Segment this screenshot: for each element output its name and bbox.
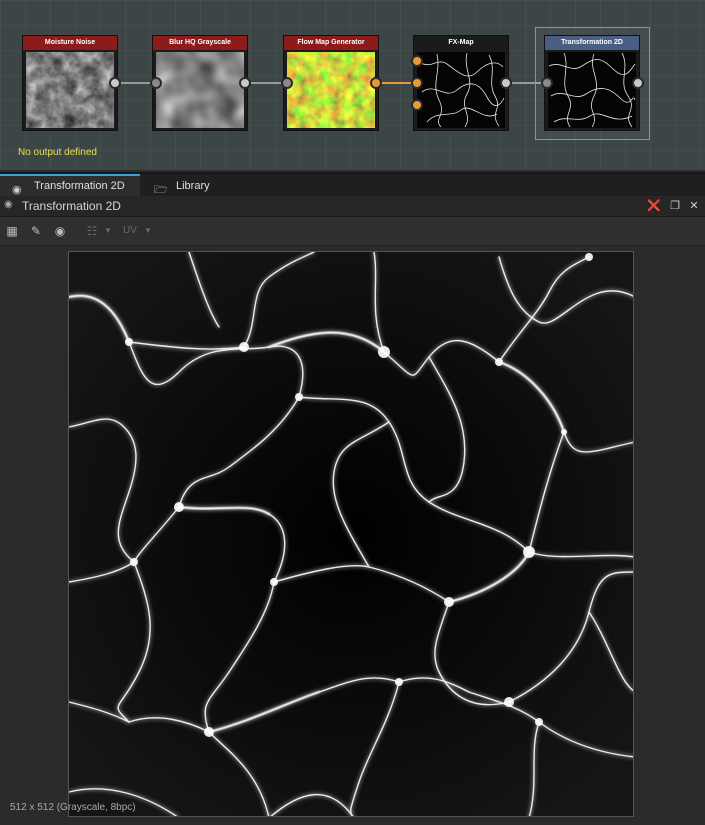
input-port[interactable] bbox=[411, 99, 423, 111]
uv-dropdown[interactable]: UV bbox=[123, 225, 137, 236]
panel-header: ◉ Transformation 2D ❌ ❐ ✕ bbox=[0, 196, 705, 217]
output-port[interactable] bbox=[632, 77, 644, 89]
edit-icon[interactable]: ✎ bbox=[28, 223, 44, 239]
node-flow-map-generator[interactable]: Flow Map Generator bbox=[283, 35, 379, 131]
output-port[interactable] bbox=[500, 77, 512, 89]
input-port[interactable] bbox=[411, 55, 423, 67]
close-icon[interactable]: ✕ bbox=[686, 198, 702, 214]
output-port[interactable] bbox=[109, 77, 121, 89]
node-title: FX-Map bbox=[414, 36, 508, 50]
no-output-warning: No output defined bbox=[18, 147, 97, 158]
tab-library[interactable]: 🗁 Library bbox=[142, 174, 242, 198]
input-port[interactable] bbox=[411, 77, 423, 89]
tab-label: Library bbox=[176, 180, 210, 192]
node-title: Flow Map Generator bbox=[284, 36, 378, 50]
tab-transformation-2d[interactable]: ◉ Transformation 2D bbox=[0, 174, 140, 198]
input-port[interactable] bbox=[150, 77, 162, 89]
tab-label: Transformation 2D bbox=[34, 180, 125, 192]
node-fx-map[interactable]: FX-Map bbox=[413, 35, 509, 131]
camera-icon[interactable]: ◉ bbox=[52, 223, 68, 239]
node-title: Moisture Noise bbox=[23, 36, 117, 50]
node-moisture-noise[interactable]: Moisture Noise bbox=[22, 35, 118, 131]
output-port[interactable] bbox=[370, 77, 382, 89]
input-port[interactable] bbox=[541, 77, 553, 89]
viewer-toolbar: ▦ ✎ ◉ ☷ ▼ UV ▼ bbox=[0, 217, 705, 246]
input-port[interactable] bbox=[281, 77, 293, 89]
node-thumbnail bbox=[26, 52, 114, 128]
caustics-texture bbox=[69, 252, 633, 816]
node-graph[interactable]: Moisture Noise Blur HQ Grayscale Flow Ma… bbox=[0, 0, 705, 170]
node-blur-hq-grayscale[interactable]: Blur HQ Grayscale bbox=[152, 35, 248, 131]
pin-icon[interactable]: ❌ bbox=[646, 198, 662, 214]
node-thumbnail bbox=[287, 52, 375, 128]
tab-bar: ◉ Transformation 2D 🗁 Library bbox=[0, 172, 705, 198]
chevron-down-icon[interactable]: ▼ bbox=[140, 223, 156, 239]
image-info-status: 512 x 512 (Grayscale, 8bpc) bbox=[10, 802, 136, 813]
2d-viewport[interactable] bbox=[0, 246, 705, 825]
graph-icon: ◉ bbox=[4, 199, 13, 210]
float-window-icon[interactable]: ❐ bbox=[667, 198, 683, 214]
node-thumbnail bbox=[548, 52, 636, 128]
panel-title: Transformation 2D bbox=[22, 199, 121, 213]
tiling-icon[interactable]: ☷ bbox=[84, 223, 100, 239]
node-thumbnail bbox=[156, 52, 244, 128]
channels-icon[interactable]: ▦ bbox=[4, 223, 20, 239]
node-thumbnail bbox=[417, 52, 505, 128]
node-title: Transformation 2D bbox=[545, 36, 639, 50]
node-transformation-2d[interactable]: Transformation 2D bbox=[544, 35, 640, 131]
output-port[interactable] bbox=[239, 77, 251, 89]
node-title: Blur HQ Grayscale bbox=[153, 36, 247, 50]
chevron-down-icon[interactable]: ▼ bbox=[100, 223, 116, 239]
texture-preview[interactable] bbox=[68, 251, 634, 817]
